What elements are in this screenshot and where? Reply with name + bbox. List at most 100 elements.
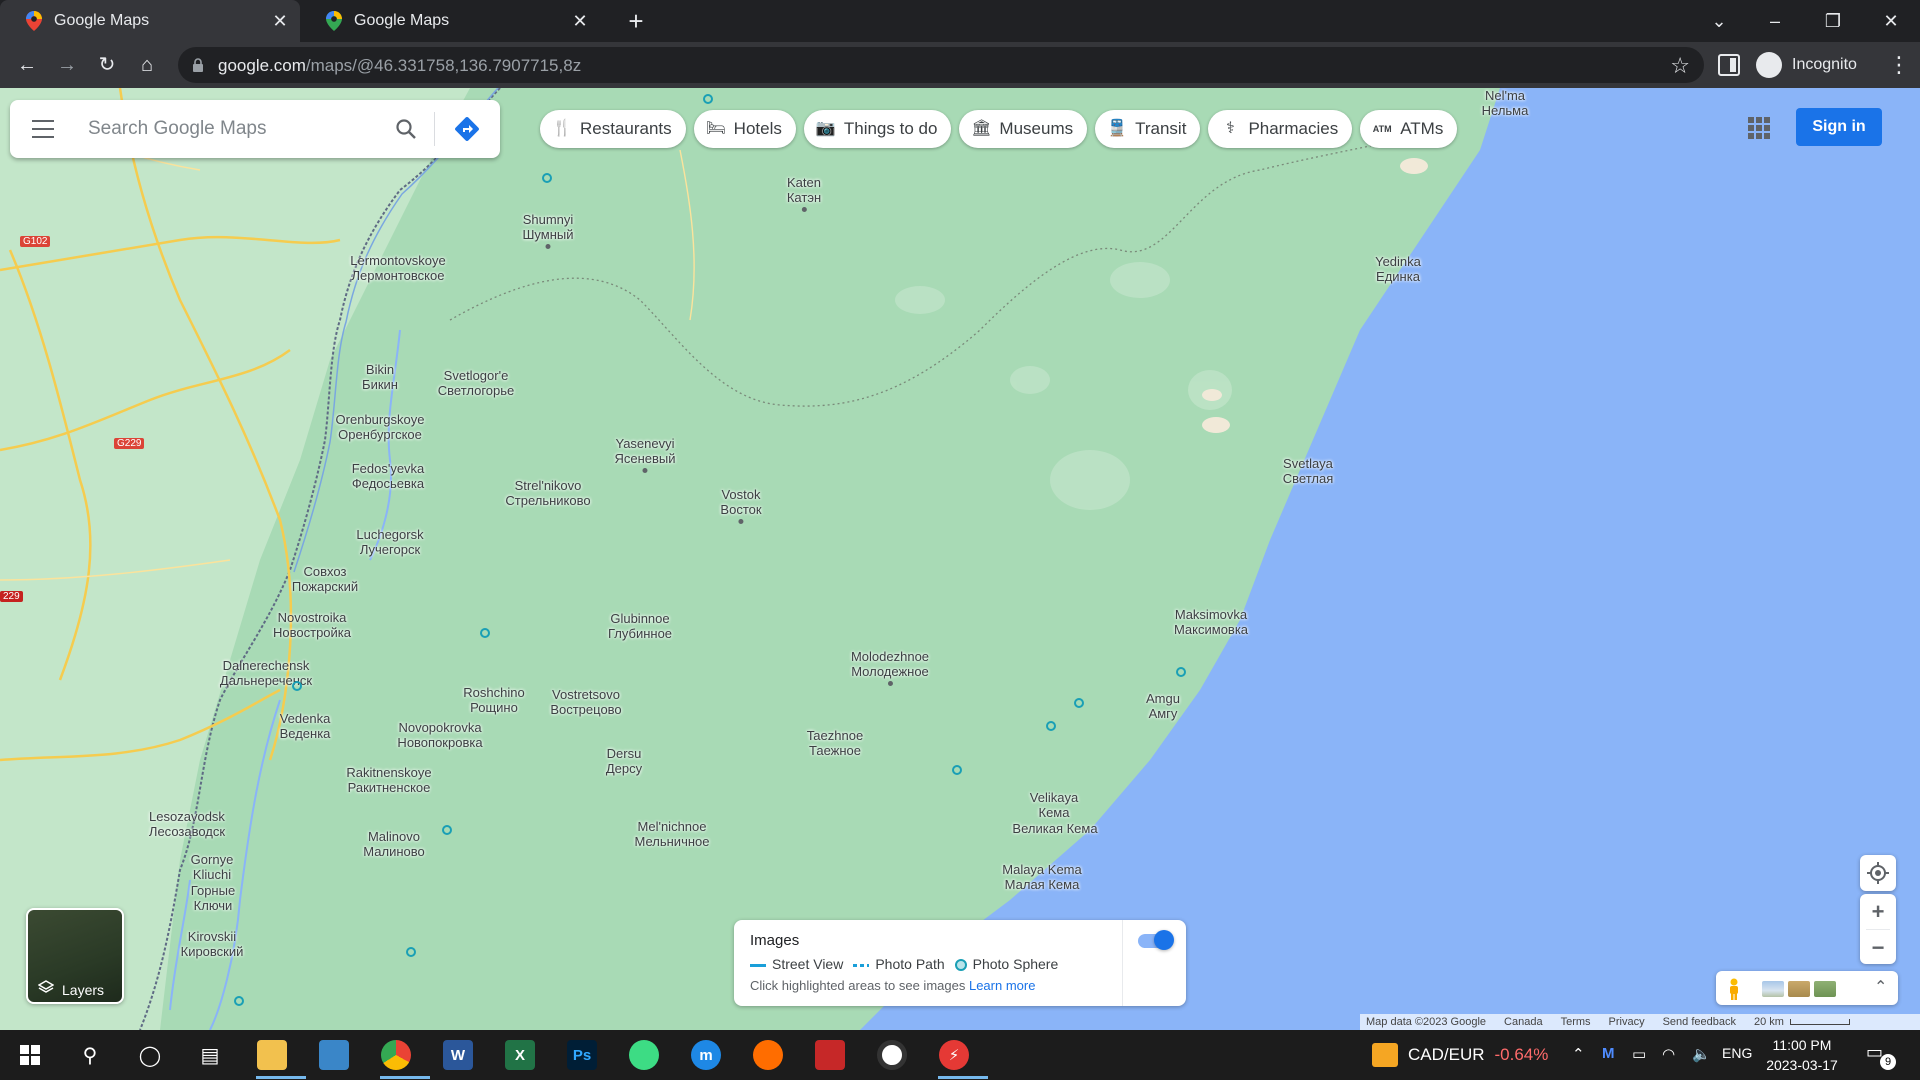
- stock-widget[interactable]: CAD/EUR -0.64%: [1372, 1043, 1548, 1067]
- place-label[interactable]: Orenburgskoye Оренбургское: [336, 412, 425, 442]
- task-view-icon[interactable]: ▤: [190, 1035, 230, 1075]
- place-label[interactable]: Maksimovka Максимовка: [1174, 607, 1248, 637]
- pegman-icon[interactable]: [1728, 978, 1740, 1000]
- place-label[interactable]: Amgu Амгу: [1146, 691, 1180, 721]
- place-label[interactable]: Nel'ma Нельма: [1482, 88, 1529, 118]
- chip-restaurants[interactable]: 🍴 Restaurants: [540, 110, 686, 148]
- photo-sphere-marker[interactable]: [406, 947, 416, 957]
- zoom-out-button[interactable]: −: [1860, 930, 1896, 965]
- wifi-icon[interactable]: ◠: [1662, 1045, 1675, 1063]
- place-label[interactable]: Vostretsovo Вострецово: [550, 687, 621, 717]
- directions-icon[interactable]: [454, 116, 480, 142]
- sign-in-button[interactable]: Sign in: [1796, 108, 1882, 146]
- chevron-up-icon[interactable]: ⌃: [1572, 1045, 1585, 1063]
- red-app-icon[interactable]: [810, 1035, 850, 1075]
- menu-icon[interactable]: [32, 120, 54, 138]
- send-feedback-link[interactable]: Send feedback: [1663, 1016, 1736, 1028]
- photo-sphere-marker[interactable]: [442, 825, 452, 835]
- place-label[interactable]: Rakitnenskoye Ракитненское: [346, 765, 431, 795]
- photo-sphere-marker[interactable]: [952, 765, 962, 775]
- lightning-app-icon[interactable]: ⚡: [934, 1035, 988, 1079]
- weather-app-icon[interactable]: [748, 1035, 788, 1075]
- control-panel-icon[interactable]: [314, 1035, 354, 1075]
- place-label[interactable]: Svetlaya Светлая: [1283, 456, 1333, 486]
- country-link[interactable]: Canada: [1504, 1016, 1543, 1028]
- photo-sphere-marker[interactable]: [480, 628, 490, 638]
- place-label[interactable]: Kirovskii Кировский: [181, 929, 244, 959]
- photo-sphere-marker[interactable]: [1176, 667, 1186, 677]
- street-view-thumbnail[interactable]: [1788, 981, 1810, 997]
- photo-sphere-marker[interactable]: [542, 173, 552, 183]
- place-label[interactable]: Gornye Kliuchi: [191, 852, 234, 882]
- media-app-icon[interactable]: [872, 1035, 912, 1075]
- place-label[interactable]: Fedos'yevka Федосьевка: [352, 461, 425, 491]
- place-label[interactable]: Совхоз Пожарский: [292, 564, 358, 594]
- search-icon[interactable]: ⚲: [70, 1035, 110, 1075]
- minimize-button[interactable]: –: [1760, 6, 1790, 36]
- reload-icon[interactable]: ↻: [92, 50, 122, 80]
- chip-atms[interactable]: ATM ATMs: [1360, 110, 1458, 148]
- browser-menu-icon[interactable]: ⋮: [1888, 50, 1910, 80]
- back-arrow-icon[interactable]: ←: [12, 50, 42, 80]
- tab-search-chevron-icon[interactable]: ⌄: [1704, 6, 1734, 36]
- word-icon[interactable]: W: [438, 1035, 478, 1075]
- photo-sphere-marker[interactable]: [1046, 721, 1056, 731]
- place-label[interactable]: Velikaya Кема: [1030, 790, 1078, 820]
- windows-start-icon[interactable]: [10, 1035, 50, 1075]
- place-label[interactable]: Strel'nikovo Стрельниково: [505, 478, 590, 508]
- m-app-tray-icon[interactable]: M: [1602, 1045, 1615, 1062]
- place-label[interactable]: Yasenevyi Ясеневый: [614, 436, 676, 473]
- scale-label[interactable]: 20 km: [1754, 1016, 1784, 1028]
- cortana-icon[interactable]: ◯: [130, 1035, 170, 1075]
- side-panel-icon[interactable]: [1718, 54, 1740, 76]
- google-apps-icon[interactable]: [1748, 117, 1770, 139]
- learn-more-link[interactable]: Learn more: [969, 978, 1035, 993]
- photo-sphere-marker[interactable]: [703, 94, 713, 104]
- my-location-button[interactable]: [1860, 855, 1896, 891]
- place-label[interactable]: Molodezhnoe Молодежное: [851, 649, 929, 686]
- place-label[interactable]: Katen Катэн: [787, 175, 821, 212]
- bookmark-star-icon[interactable]: ☆: [1670, 53, 1690, 79]
- photo-sphere-marker[interactable]: [292, 681, 302, 691]
- android-app-icon[interactable]: [624, 1035, 664, 1075]
- place-label[interactable]: Yedinka Единка: [1375, 254, 1421, 284]
- place-label[interactable]: Великая Кема: [1012, 821, 1097, 836]
- forward-arrow-icon[interactable]: →: [52, 50, 82, 80]
- layers-button[interactable]: Layers: [26, 908, 124, 1004]
- tab-google-maps-active[interactable]: Google Maps ✕: [0, 0, 300, 42]
- place-label[interactable]: Shumnyi Шумный: [523, 212, 574, 249]
- map-canvas[interactable]: G102 G229 229 Nel'ma Нельма Katen Катэн Sh…: [0, 88, 1920, 1030]
- address-bar[interactable]: google.com/maps/@46.331758,136.7907715,8…: [178, 47, 1704, 83]
- file-explorer-icon[interactable]: [252, 1035, 306, 1079]
- place-label[interactable]: Luchegorsk Лучегорск: [356, 527, 423, 557]
- chip-museums[interactable]: 🏛 Museums: [959, 110, 1088, 148]
- photoshop-icon[interactable]: Ps: [562, 1035, 602, 1075]
- place-label[interactable]: Bikin Бикин: [362, 362, 398, 392]
- clock[interactable]: 11:00 PM 2023-03-17: [1764, 1035, 1840, 1075]
- place-label[interactable]: Dersu Дерсу: [606, 746, 642, 776]
- incognito-profile-button[interactable]: Incognito: [1756, 51, 1857, 79]
- place-label[interactable]: Novopokrovka Новопокровка: [397, 720, 482, 750]
- place-label[interactable]: Glubinnoe Глубинное: [608, 611, 672, 641]
- place-label[interactable]: Taezhnoe Таежное: [807, 728, 863, 758]
- images-toggle[interactable]: [1138, 930, 1174, 950]
- close-tab-icon[interactable]: ✕: [270, 11, 290, 31]
- place-label[interactable]: Lesozavodsk Лесозаводск: [149, 809, 225, 839]
- chevron-up-icon[interactable]: ⌃: [1874, 977, 1887, 997]
- photo-sphere-marker[interactable]: [234, 996, 244, 1006]
- chrome-icon[interactable]: [376, 1035, 430, 1079]
- place-label[interactable]: Malaya Kema Малая Кема: [1002, 862, 1081, 892]
- zoom-in-button[interactable]: +: [1860, 894, 1896, 929]
- place-label[interactable]: Svetlogor'e Светлогорье: [438, 368, 515, 398]
- place-label[interactable]: Roshchino Рощино: [463, 685, 524, 715]
- tab-google-maps[interactable]: Google Maps ✕: [300, 0, 600, 42]
- place-label[interactable]: Novostroika Новостройка: [273, 610, 351, 640]
- chip-things-to-do[interactable]: 📷 Things to do: [803, 110, 952, 148]
- chip-transit[interactable]: 🚆 Transit: [1095, 110, 1201, 148]
- place-label[interactable]: Vostok Восток: [720, 487, 762, 524]
- restore-button[interactable]: ❐: [1818, 6, 1848, 36]
- notification-center-icon[interactable]: ▭ 9: [1866, 1042, 1896, 1070]
- mu-app-icon[interactable]: m: [686, 1035, 726, 1075]
- language-indicator[interactable]: ENG: [1722, 1045, 1752, 1061]
- close-window-button[interactable]: ✕: [1876, 6, 1906, 36]
